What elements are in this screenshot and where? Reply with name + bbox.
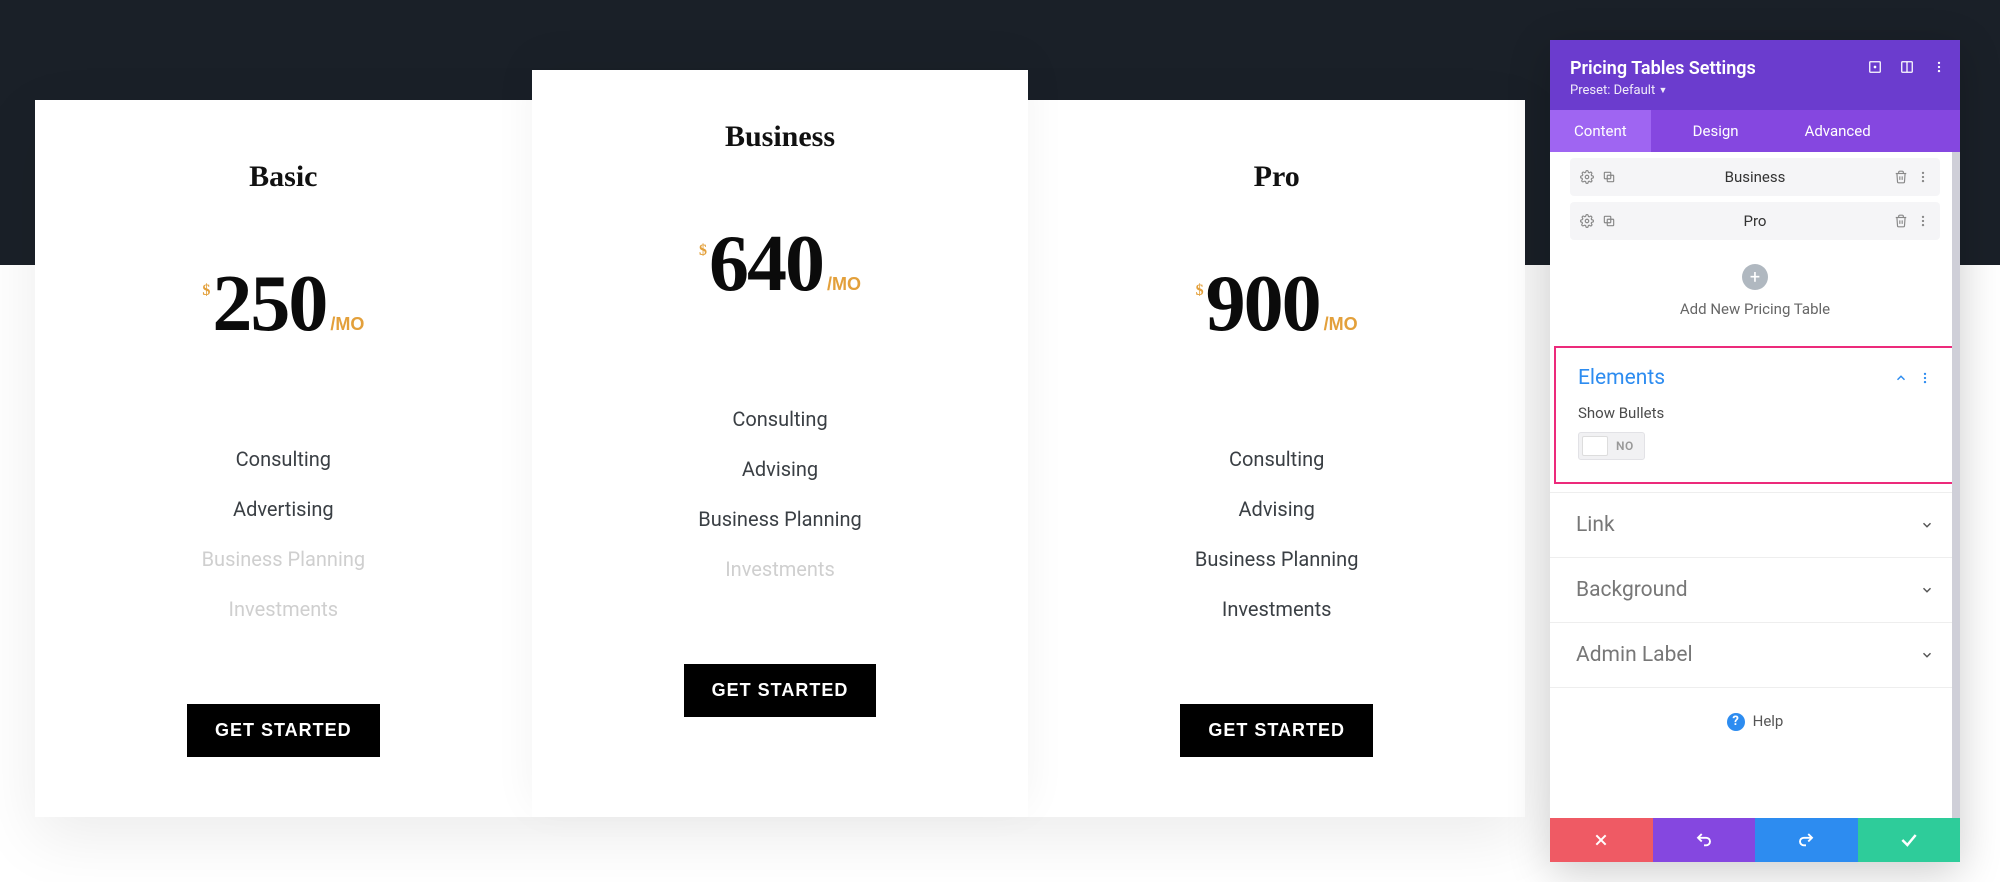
feature-item: Business Planning <box>65 534 502 584</box>
get-started-button[interactable]: GET STARTED <box>684 664 877 717</box>
help-row[interactable]: ? Help <box>1550 687 1960 755</box>
expand-icon[interactable] <box>1868 60 1882 74</box>
period: /MO <box>1324 314 1358 335</box>
panel-body: Business Pro + Add New Pricing Table Elem… <box>1550 152 1960 818</box>
get-started-button[interactable]: GET STARTED <box>187 704 380 757</box>
pricing-card-business: Business $640/MO ConsultingAdvisingBusines… <box>532 70 1029 817</box>
tab-advanced[interactable]: Advanced <box>1781 110 1895 152</box>
section-link[interactable]: Link <box>1550 492 1960 557</box>
feature-item: Advising <box>562 444 999 494</box>
chevron-down-icon <box>1920 648 1934 662</box>
feature-item: Consulting <box>1058 434 1495 484</box>
pricing-tables: Basic$250/MOConsultingAdvertisingBusines… <box>35 100 1525 817</box>
plan-title: Business <box>562 120 999 154</box>
help-icon: ? <box>1727 713 1745 731</box>
table-item-row[interactable]: Pro <box>1570 202 1940 240</box>
section-link-label: Link <box>1576 513 1615 537</box>
undo-button[interactable] <box>1653 818 1756 862</box>
currency: $ <box>699 242 707 260</box>
duplicate-icon[interactable] <box>1602 170 1616 184</box>
table-item-row[interactable]: Business <box>1570 158 1940 196</box>
preset-label: Preset: Default <box>1570 83 1655 98</box>
currency: $ <box>202 282 210 300</box>
amount: 640 <box>709 224 823 304</box>
feature-item: Consulting <box>65 434 502 484</box>
more-icon[interactable] <box>1916 214 1930 228</box>
period: /MO <box>330 314 364 335</box>
more-icon[interactable] <box>1932 60 1946 74</box>
scrollbar[interactable] <box>1952 152 1960 818</box>
section-background-label: Background <box>1576 578 1688 602</box>
show-bullets-toggle[interactable]: NO <box>1578 432 1645 460</box>
chevron-down-icon: ▼ <box>1658 86 1667 96</box>
panel-header-actions <box>1868 60 1946 74</box>
gear-icon[interactable] <box>1580 214 1594 228</box>
currency: $ <box>1196 282 1204 300</box>
elements-title: Elements <box>1578 366 1665 390</box>
feature-item: Business Planning <box>562 494 999 544</box>
section-admin-label[interactable]: Admin Label <box>1550 622 1960 687</box>
toggle-state: NO <box>1616 439 1634 453</box>
chevron-up-icon[interactable] <box>1894 371 1908 385</box>
plan-title: Pro <box>1058 160 1495 194</box>
elements-section: Elements Show Bullets NO <box>1554 346 1956 484</box>
redo-button[interactable] <box>1755 818 1858 862</box>
show-bullets-label: Show Bullets <box>1578 404 1932 422</box>
more-icon[interactable] <box>1916 170 1930 184</box>
gear-icon[interactable] <box>1580 170 1594 184</box>
cancel-button[interactable] <box>1550 818 1653 862</box>
feature-item: Investments <box>1058 584 1495 634</box>
add-new-pricing-table: + Add New Pricing Table <box>1550 246 1960 346</box>
price: $250/MO <box>65 264 502 344</box>
toggle-knob <box>1582 436 1608 456</box>
feature-item: Investments <box>562 544 999 594</box>
features-list: ConsultingAdvertisingBusiness PlanningIn… <box>65 434 502 634</box>
pricing-card-pro: Pro $900/MO ConsultingAdvisingBusiness Pla… <box>1028 100 1525 817</box>
settings-panel: Pricing Tables Settings Preset: Default … <box>1550 40 1960 862</box>
table-item-label: Business <box>1624 168 1886 186</box>
feature-item: Business Planning <box>1058 534 1495 584</box>
elements-header-actions <box>1894 371 1932 385</box>
trash-icon[interactable] <box>1894 214 1908 228</box>
feature-item: Consulting <box>562 394 999 444</box>
more-icon[interactable] <box>1918 371 1932 385</box>
add-button[interactable]: + <box>1742 264 1768 290</box>
section-background[interactable]: Background <box>1550 557 1960 622</box>
trash-icon[interactable] <box>1894 170 1908 184</box>
pricing-card-basic: Basic $250/MO ConsultingAdvertisingBusines… <box>35 100 532 817</box>
section-admin-label-label: Admin Label <box>1576 643 1693 667</box>
feature-item: Investments <box>65 584 502 634</box>
save-button[interactable] <box>1858 818 1961 862</box>
duplicate-icon[interactable] <box>1602 214 1616 228</box>
help-label: Help <box>1753 712 1784 730</box>
add-new-label: Add New Pricing Table <box>1550 300 1960 318</box>
get-started-button[interactable]: GET STARTED <box>1180 704 1373 757</box>
period: /MO <box>827 274 861 295</box>
feature-item: Advising <box>1058 484 1495 534</box>
amount: 900 <box>1206 264 1320 344</box>
features-list: ConsultingAdvisingBusiness PlanningInves… <box>1058 434 1495 634</box>
feature-item: Advertising <box>65 484 502 534</box>
snap-icon[interactable] <box>1900 60 1914 74</box>
table-item-label: Pro <box>1624 212 1886 230</box>
panel-footer <box>1550 818 1960 862</box>
tab-design[interactable]: Design <box>1669 110 1763 152</box>
panel-preset[interactable]: Preset: Default ▼ <box>1570 83 1940 98</box>
panel-tabs: Content Design Advanced <box>1550 110 1960 152</box>
price: $900/MO <box>1058 264 1495 344</box>
price: $640/MO <box>562 224 999 304</box>
amount: 250 <box>212 264 326 344</box>
elements-header[interactable]: Elements <box>1578 366 1932 390</box>
chevron-down-icon <box>1920 583 1934 597</box>
tab-content[interactable]: Content <box>1550 110 1651 152</box>
chevron-down-icon <box>1920 518 1934 532</box>
panel-header: Pricing Tables Settings Preset: Default … <box>1550 40 1960 110</box>
features-list: ConsultingAdvisingBusiness PlanningInves… <box>562 394 999 594</box>
plan-title: Basic <box>65 160 502 194</box>
